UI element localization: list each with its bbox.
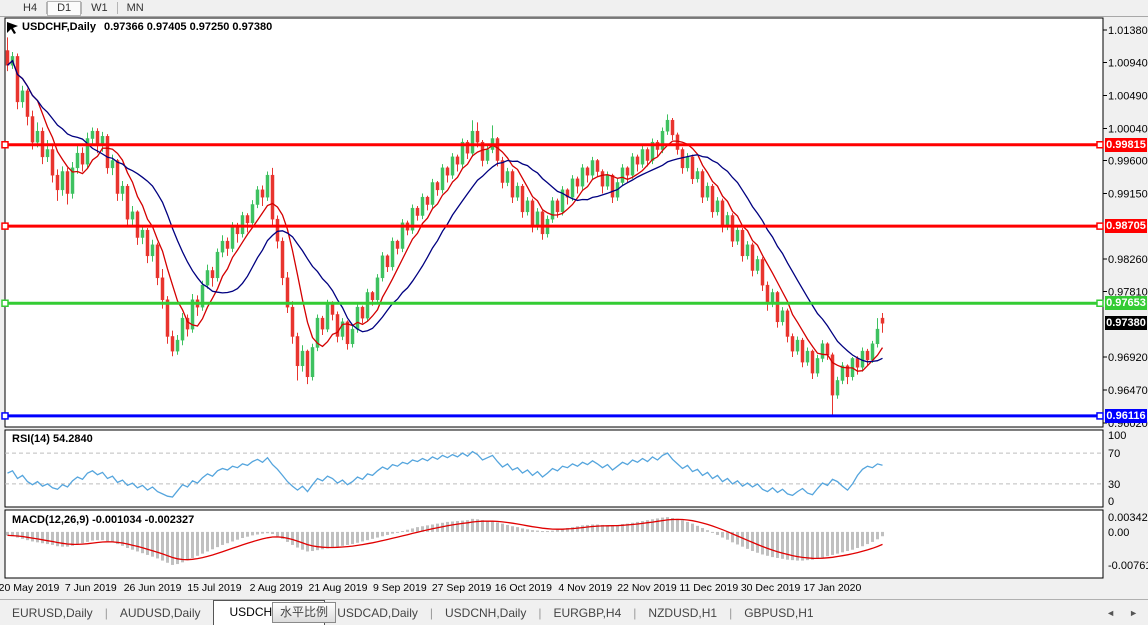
svg-text:1.01380: 1.01380 (1108, 25, 1148, 37)
svg-text:22 Nov 2019: 22 Nov 2019 (617, 582, 677, 594)
chart-tab-bar: EURUSD,Daily | AUDUSD,Daily USDCHF,Daily USD… (0, 599, 1148, 625)
svg-text:0.99600: 0.99600 (1108, 156, 1148, 168)
hline-handle[interactable] (1096, 141, 1104, 149)
current-price-badge: 0.97380 (1105, 316, 1147, 331)
svg-text:0.003428: 0.003428 (1108, 512, 1148, 524)
svg-text:0.96920: 0.96920 (1108, 352, 1148, 364)
svg-text:20 May 2019: 20 May 2019 (0, 582, 60, 594)
level-badge-0.98705: 0.98705 (1105, 219, 1147, 234)
tab-nzdusd[interactable]: NZDUSD,H1 (636, 602, 729, 625)
svg-text:1.00940: 1.00940 (1108, 57, 1148, 69)
tab-scroll-right-icon[interactable]: ► (1129, 608, 1138, 618)
svg-text:11 Dec 2019: 11 Dec 2019 (679, 582, 738, 594)
svg-text:9 Sep 2019: 9 Sep 2019 (373, 582, 427, 594)
svg-text:16 Oct 2019: 16 Oct 2019 (495, 582, 552, 594)
hline-handle[interactable] (1096, 222, 1104, 230)
chart-canvas[interactable]: 1.01380 1.00940 1.00490 1.00040 0.99600 0.991… (0, 0, 1148, 624)
svg-text:0.98260: 0.98260 (1108, 254, 1148, 266)
tab-scroll-left-icon[interactable]: ◄ (1106, 608, 1115, 618)
svg-text:0.00: 0.00 (1108, 527, 1129, 539)
svg-text:27 Sep 2019: 27 Sep 2019 (432, 582, 492, 594)
svg-text:4 Nov 2019: 4 Nov 2019 (558, 582, 612, 594)
svg-text:30: 30 (1108, 479, 1120, 491)
hline-handle[interactable] (1, 299, 9, 308)
cursor-arrow-icon (7, 22, 20, 40)
svg-text:70: 70 (1108, 448, 1120, 460)
macd-indicator-label: MACD(12,26,9) -0.001034 -0.002327 (12, 514, 195, 526)
svg-text:100: 100 (1108, 430, 1126, 442)
svg-text:21 Aug 2019: 21 Aug 2019 (309, 582, 368, 594)
svg-text:1.00040: 1.00040 (1108, 123, 1148, 135)
tab-audusd[interactable]: AUDUSD,Daily (108, 602, 213, 625)
tab-eurgbp[interactable]: EURGBP,H4 (541, 602, 633, 625)
hline-handle[interactable] (1, 141, 9, 149)
level-badge-0.97653: 0.97653 (1105, 296, 1147, 311)
svg-text:30 Dec 2019: 30 Dec 2019 (741, 582, 801, 594)
svg-text:15 Jul 2019: 15 Jul 2019 (187, 582, 241, 594)
tab-usdcnh[interactable]: USDCNH,Daily (433, 602, 538, 625)
tab-eurusd[interactable]: EURUSD,Daily (0, 602, 105, 625)
svg-text:26 Jun 2019: 26 Jun 2019 (124, 582, 182, 594)
quote-ohlc-label: 0.97366 0.97405 0.97250 0.97380 (103, 21, 273, 33)
hline-handle[interactable] (1096, 412, 1104, 420)
svg-text:7 Jun 2019: 7 Jun 2019 (65, 582, 117, 594)
svg-text:0.96470: 0.96470 (1108, 385, 1148, 397)
svg-text:17 Jan 2020: 17 Jan 2020 (803, 582, 861, 594)
hline-handle[interactable] (1, 412, 9, 420)
level-badge-0.96116: 0.96116 (1105, 408, 1147, 423)
symbol-period-label: USDCHF,Daily (22, 21, 96, 33)
rsi-indicator-label: RSI(14) 54.2840 (12, 433, 93, 445)
svg-text:0.99150: 0.99150 (1108, 189, 1148, 201)
hline-handle[interactable] (1, 222, 9, 230)
svg-text:2 Aug 2019: 2 Aug 2019 (250, 582, 303, 594)
level-badge-0.99815: 0.99815 (1105, 137, 1147, 152)
svg-text:1.00490: 1.00490 (1108, 90, 1148, 102)
svg-text:-0.007615: -0.007615 (1108, 560, 1148, 572)
svg-text:0: 0 (1108, 496, 1114, 508)
tab-gbpusd[interactable]: GBPUSD,H1 (732, 602, 825, 625)
chart-title: USDCHF,Daily 0.97366 0.97405 0.97250 0.97… (22, 21, 272, 33)
tab-usdcad[interactable]: USDCAD,Daily (325, 602, 430, 625)
hline-handle[interactable] (1096, 299, 1104, 308)
time-axis: 20 May 2019 7 Jun 2019 26 Jun 2019 15 Jul 2… (0, 582, 861, 594)
tooltip: 水平比例 (272, 602, 336, 623)
